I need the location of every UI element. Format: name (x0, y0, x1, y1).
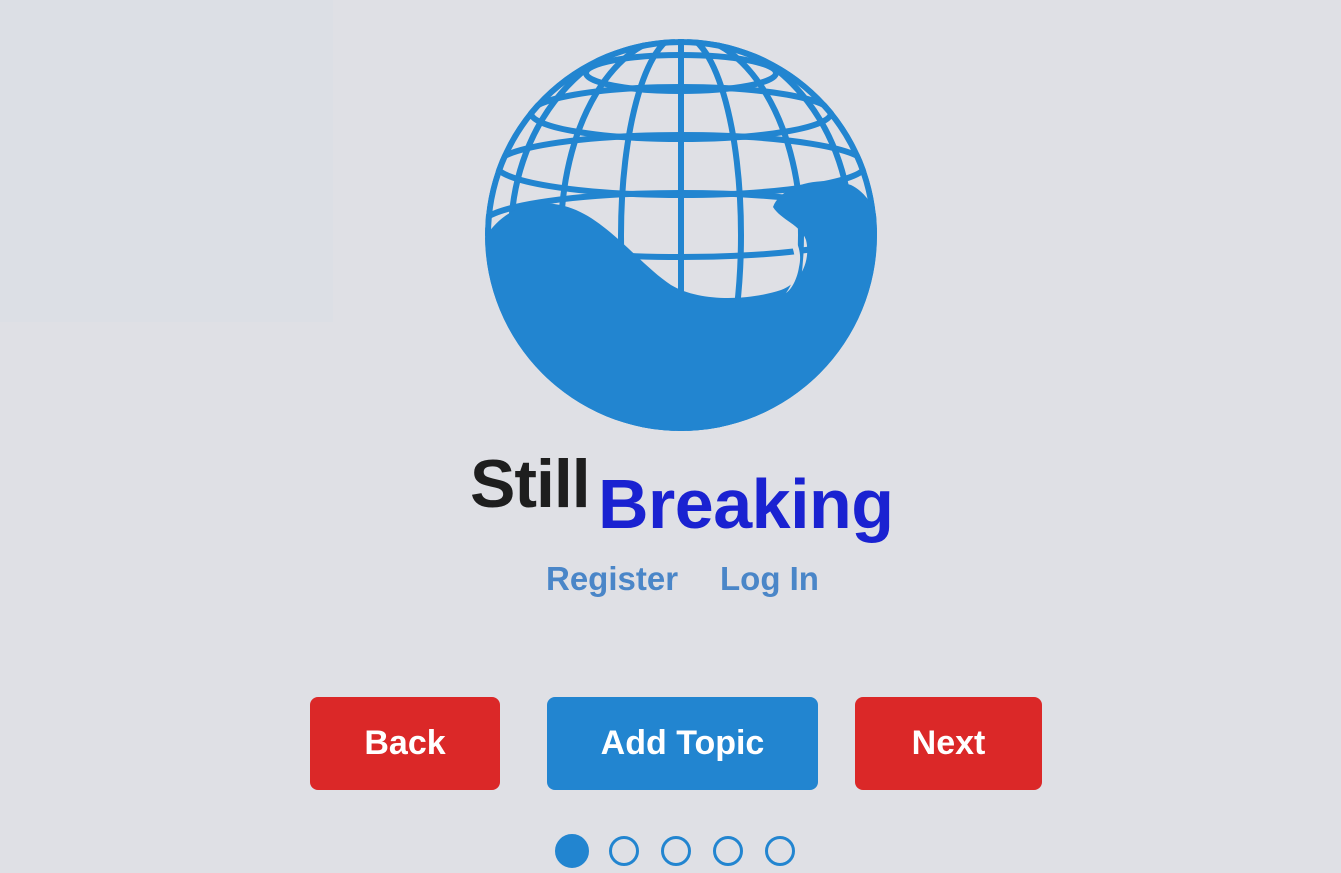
back-button[interactable]: Back (310, 697, 500, 790)
back-button-label: Back (364, 724, 446, 762)
page-dot-5[interactable] (765, 836, 795, 866)
page-dot-1[interactable] (555, 834, 589, 868)
brand-still-text: Still (470, 446, 591, 522)
page-dot-4[interactable] (713, 836, 743, 866)
register-link[interactable]: Register (546, 558, 678, 600)
globe-wave-icon (485, 39, 877, 431)
add-topic-button[interactable]: Add Topic (547, 697, 818, 790)
pagination-dots (555, 834, 815, 870)
next-button-label: Next (911, 724, 986, 762)
brand-logotype: Still Breaking (470, 444, 910, 554)
add-topic-button-label: Add Topic (600, 724, 765, 762)
login-link[interactable]: Log In (720, 558, 819, 600)
corner-panel (0, 0, 333, 322)
brand-breaking-text: Breaking (598, 465, 894, 543)
next-button[interactable]: Next (855, 697, 1042, 790)
auth-links: Register Log In (0, 558, 1341, 602)
page-dot-2[interactable] (609, 836, 639, 866)
page-dot-3[interactable] (661, 836, 691, 866)
